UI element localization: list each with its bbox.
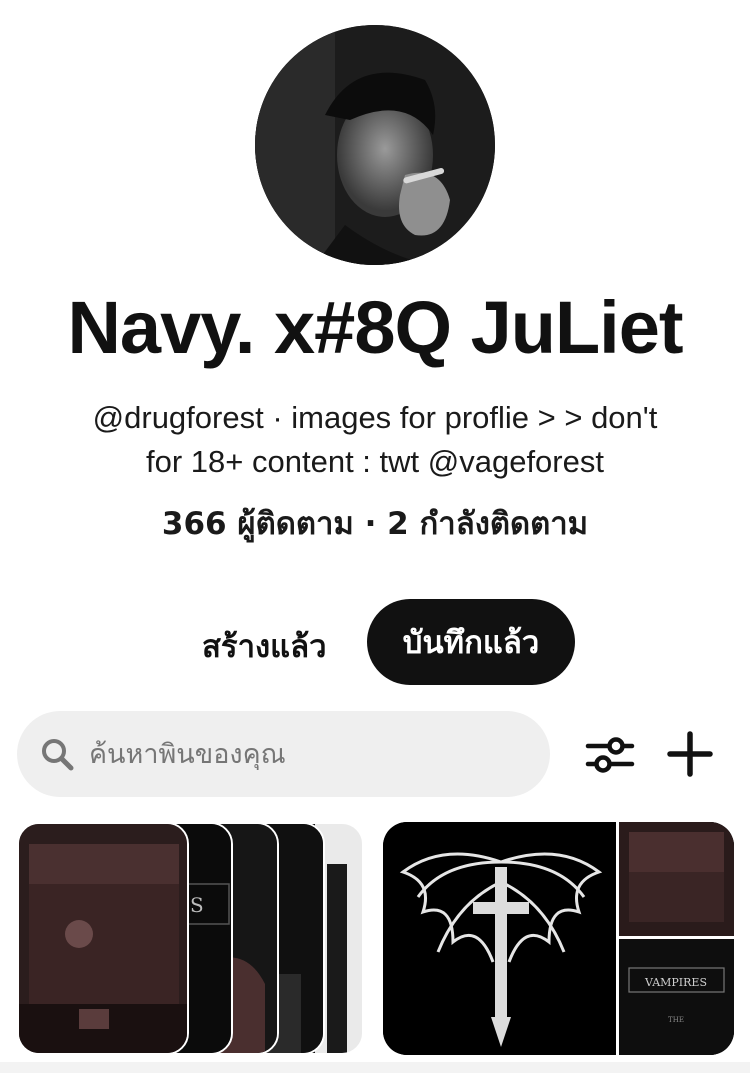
tab-created[interactable]: สร้างแล้ว <box>188 607 341 685</box>
plus-icon[interactable] <box>666 730 714 778</box>
svg-text:THE: THE <box>668 1016 684 1024</box>
follow-stats[interactable]: 366 ผู้ติดตาม · 2 กำลังติดตาม <box>0 498 750 548</box>
profile-avatar[interactable] <box>255 25 495 265</box>
search-icon <box>42 739 74 771</box>
book-cover-text: VAMPIRES <box>644 976 707 989</box>
sliders-icon[interactable] <box>585 732 635 778</box>
profile-display-name: Navy. x#8Q JuLiet <box>67 286 683 369</box>
avatar-image <box>255 25 495 265</box>
profile-bio: @drugforest · images for proflie > > don… <box>30 396 720 484</box>
bio-line: @drugforest · images for proflie > > don… <box>92 400 658 435</box>
board-thumbnail <box>17 822 189 1055</box>
bottom-edge <box>0 1062 750 1073</box>
tab-saved[interactable]: บันทึกแล้ว <box>367 599 575 685</box>
search-bar[interactable] <box>17 711 550 797</box>
bio-line: for 18+ content : twt @vageforest <box>146 444 604 479</box>
board-card[interactable]: VAMPIRES THE <box>383 822 734 1055</box>
search-input[interactable] <box>89 738 489 770</box>
board-card[interactable]: E S <box>17 822 364 1055</box>
board-thumbnail: VAMPIRES THE <box>383 822 734 1055</box>
profile-page: Navy. x#8Q JuLiet @drugforest · images f… <box>0 0 750 1073</box>
